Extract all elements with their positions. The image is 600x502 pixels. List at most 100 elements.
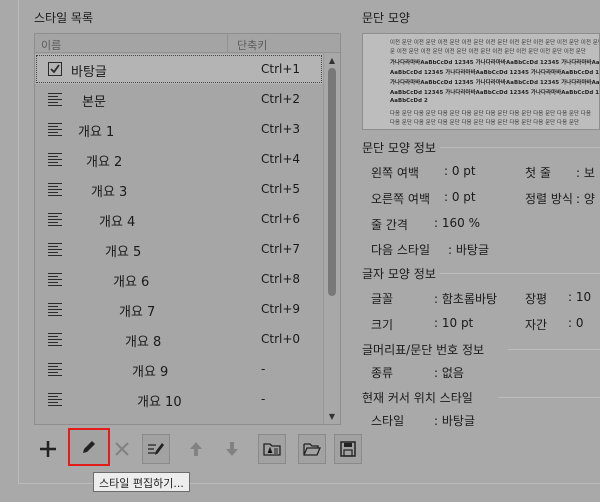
spacing-value: : 0 bbox=[568, 316, 584, 330]
style-row-name: 개요 6 bbox=[113, 275, 150, 290]
move-up-button[interactable] bbox=[182, 434, 210, 464]
style-row[interactable]: 본문 Ctrl+2 bbox=[35, 84, 323, 114]
style-row[interactable]: 개요 1 Ctrl+3 bbox=[35, 114, 323, 144]
style-row-shortcut: Ctrl+2 bbox=[261, 92, 301, 106]
style-row-name: 개요 5 bbox=[105, 245, 142, 260]
open-style-file-button[interactable] bbox=[298, 434, 326, 464]
style-row[interactable]: 개요 7 Ctrl+9 bbox=[35, 294, 323, 324]
preview-text-line: 다음 문단 다음 문단 다음 문단 다음 문단 다음 문단 다음 문단 다음 문… bbox=[390, 120, 580, 126]
first-line-value: : 보 bbox=[576, 166, 595, 180]
list-scrollbar[interactable]: ▲ ▼ bbox=[323, 54, 340, 424]
style-row-shortcut: - bbox=[261, 362, 266, 376]
paragraph-lines-icon bbox=[48, 92, 62, 106]
align-value: : 양 bbox=[576, 192, 595, 206]
preview-text-line: 문 이전 문단 이전 문단 이전 문단 이전 문단 이전 문단 이전 문단 이전… bbox=[390, 49, 586, 55]
paragraph-lines-icon bbox=[48, 302, 62, 316]
char-info-label: 글자 모양 정보 bbox=[362, 267, 436, 281]
delete-style-button[interactable] bbox=[108, 434, 136, 464]
style-row-shortcut: Ctrl+0 bbox=[261, 332, 301, 346]
paragraph-lines-icon bbox=[48, 392, 62, 406]
preview-text-line: 가나다라마바AaBbCcDd 12345 가나다라마바AaBbCcDd 1234… bbox=[390, 60, 600, 66]
style-row[interactable]: 바탕글 Ctrl+1 bbox=[35, 54, 323, 84]
style-list[interactable]: 이름 단축키 바탕글 Ctrl+1 본문 Ctrl+2 개요 1 Ctrl+3 개요 2 Ct… bbox=[34, 33, 341, 425]
divider bbox=[440, 273, 600, 274]
cursor-style-value: : 바탕글 bbox=[434, 414, 475, 428]
divider bbox=[508, 349, 600, 350]
style-list-label: 스타일 목록 bbox=[34, 11, 94, 25]
pencil-lines-icon bbox=[148, 443, 164, 455]
style-row[interactable]: 개요 6 Ctrl+8 bbox=[35, 264, 323, 294]
paragraph-lines-icon bbox=[48, 122, 62, 136]
line-spacing-value: : 160 % bbox=[434, 216, 480, 230]
scroll-up-arrow-icon[interactable]: ▲ bbox=[327, 56, 337, 66]
move-down-button[interactable] bbox=[218, 434, 246, 464]
style-rows: 바탕글 Ctrl+1 본문 Ctrl+2 개요 1 Ctrl+3 개요 2 Ctrl+4 개요 … bbox=[35, 54, 323, 424]
style-row-shortcut: Ctrl+3 bbox=[261, 122, 301, 136]
style-row[interactable]: 개요 5 Ctrl+7 bbox=[35, 234, 323, 264]
next-style-value: : 바탕글 bbox=[448, 243, 489, 257]
paragraph-lines-icon bbox=[48, 182, 62, 196]
style-row[interactable]: 개요 2 Ctrl+4 bbox=[35, 144, 323, 174]
style-row-shortcut: - bbox=[261, 392, 266, 406]
style-row-name: 개요 8 bbox=[125, 335, 162, 350]
style-row-name: 개요 10 bbox=[137, 395, 182, 410]
save-style-button[interactable] bbox=[334, 434, 362, 464]
paragraph-lines-icon bbox=[48, 212, 62, 226]
edit-style-tooltip: 스타일 편집하기... bbox=[93, 472, 190, 492]
style-row-shortcut: Ctrl+6 bbox=[261, 212, 301, 226]
bullet-kind-value: : 없음 bbox=[434, 366, 464, 380]
ratio-label: 장평 bbox=[525, 292, 548, 306]
edit-style-button[interactable] bbox=[68, 428, 110, 466]
cursor-style-label: 현재 커서 위치 스타일 bbox=[362, 391, 473, 405]
paragraph-info-label: 문단 모양 정보 bbox=[362, 141, 436, 155]
ratio-value: : 10 bbox=[568, 290, 592, 304]
checked-style-icon bbox=[48, 62, 62, 76]
bullet-kind-label: 종류 bbox=[371, 366, 394, 380]
close-icon bbox=[115, 442, 129, 456]
preview-text-line: AaBbCcDd 12345 가나다라마바AaBbCcDd 12345 가나다라… bbox=[390, 90, 600, 96]
left-margin-value: : 0 pt bbox=[444, 164, 476, 178]
preview-text-line: AaBbCcDd 12345 가나다라마바AaBbCcDd 12345 가나다라… bbox=[390, 70, 600, 76]
preview-text-line: 가나다라마바AaBbCcDd 12345 가나다라마바AaBbCcDd 1234… bbox=[390, 80, 600, 86]
pencil-icon bbox=[83, 441, 95, 453]
style-row-name: 개요 9 bbox=[132, 365, 169, 380]
paragraph-shape-label: 문단 모양 bbox=[362, 11, 410, 25]
right-margin-value: : 0 pt bbox=[444, 190, 476, 204]
edit-style-detail-button[interactable] bbox=[142, 434, 170, 464]
size-label: 크기 bbox=[371, 318, 394, 332]
style-row[interactable]: 개요 8 Ctrl+0 bbox=[35, 324, 323, 354]
add-style-button[interactable] bbox=[34, 434, 62, 464]
spacing-label: 자간 bbox=[525, 318, 548, 332]
style-row[interactable]: 개요 9 - bbox=[35, 354, 323, 384]
next-style-label: 다음 스타일 bbox=[371, 243, 431, 257]
font-label: 글꼴 bbox=[371, 292, 394, 306]
arrow-down-icon bbox=[226, 442, 238, 456]
scroll-thumb[interactable] bbox=[328, 68, 336, 296]
style-row-shortcut: Ctrl+4 bbox=[261, 152, 301, 166]
column-divider[interactable] bbox=[227, 34, 228, 53]
scroll-down-arrow-icon[interactable]: ▼ bbox=[327, 412, 337, 422]
style-row[interactable]: 개요 3 Ctrl+5 bbox=[35, 174, 323, 204]
align-label: 정렬 방식 bbox=[525, 192, 573, 206]
style-row-name: 개요 7 bbox=[119, 305, 156, 320]
folder-open-icon bbox=[303, 443, 321, 456]
paragraph-lines-icon bbox=[48, 332, 62, 346]
style-row-name: 바탕글 bbox=[71, 65, 107, 80]
style-row[interactable]: 개요 4 Ctrl+6 bbox=[35, 204, 323, 234]
paragraph-lines-icon bbox=[48, 272, 62, 286]
column-header-name[interactable]: 이름 bbox=[41, 37, 61, 53]
right-margin-label: 오른쪽 여백 bbox=[371, 192, 431, 206]
column-header-shortcut[interactable]: 단축키 bbox=[237, 37, 267, 53]
save-icon bbox=[340, 441, 356, 457]
plus-icon bbox=[40, 441, 56, 457]
style-row[interactable]: 개요 10 - bbox=[35, 384, 323, 414]
preview-text-line: AaBbCcDd 2 bbox=[390, 98, 428, 104]
left-margin-label: 왼쪽 여백 bbox=[371, 166, 419, 180]
import-style-button[interactable] bbox=[258, 434, 286, 464]
style-row-name: 본문 bbox=[82, 95, 106, 110]
style-row-shortcut: Ctrl+7 bbox=[261, 242, 301, 256]
style-row-name: 개요 3 bbox=[91, 185, 128, 200]
preview-text-line: 이전 문단 이전 문단 이전 문단 이전 문단 이전 문단 이전 문단 이전 문… bbox=[390, 40, 600, 46]
size-value: : 10 pt bbox=[434, 316, 474, 330]
style-row-shortcut: Ctrl+8 bbox=[261, 272, 301, 286]
